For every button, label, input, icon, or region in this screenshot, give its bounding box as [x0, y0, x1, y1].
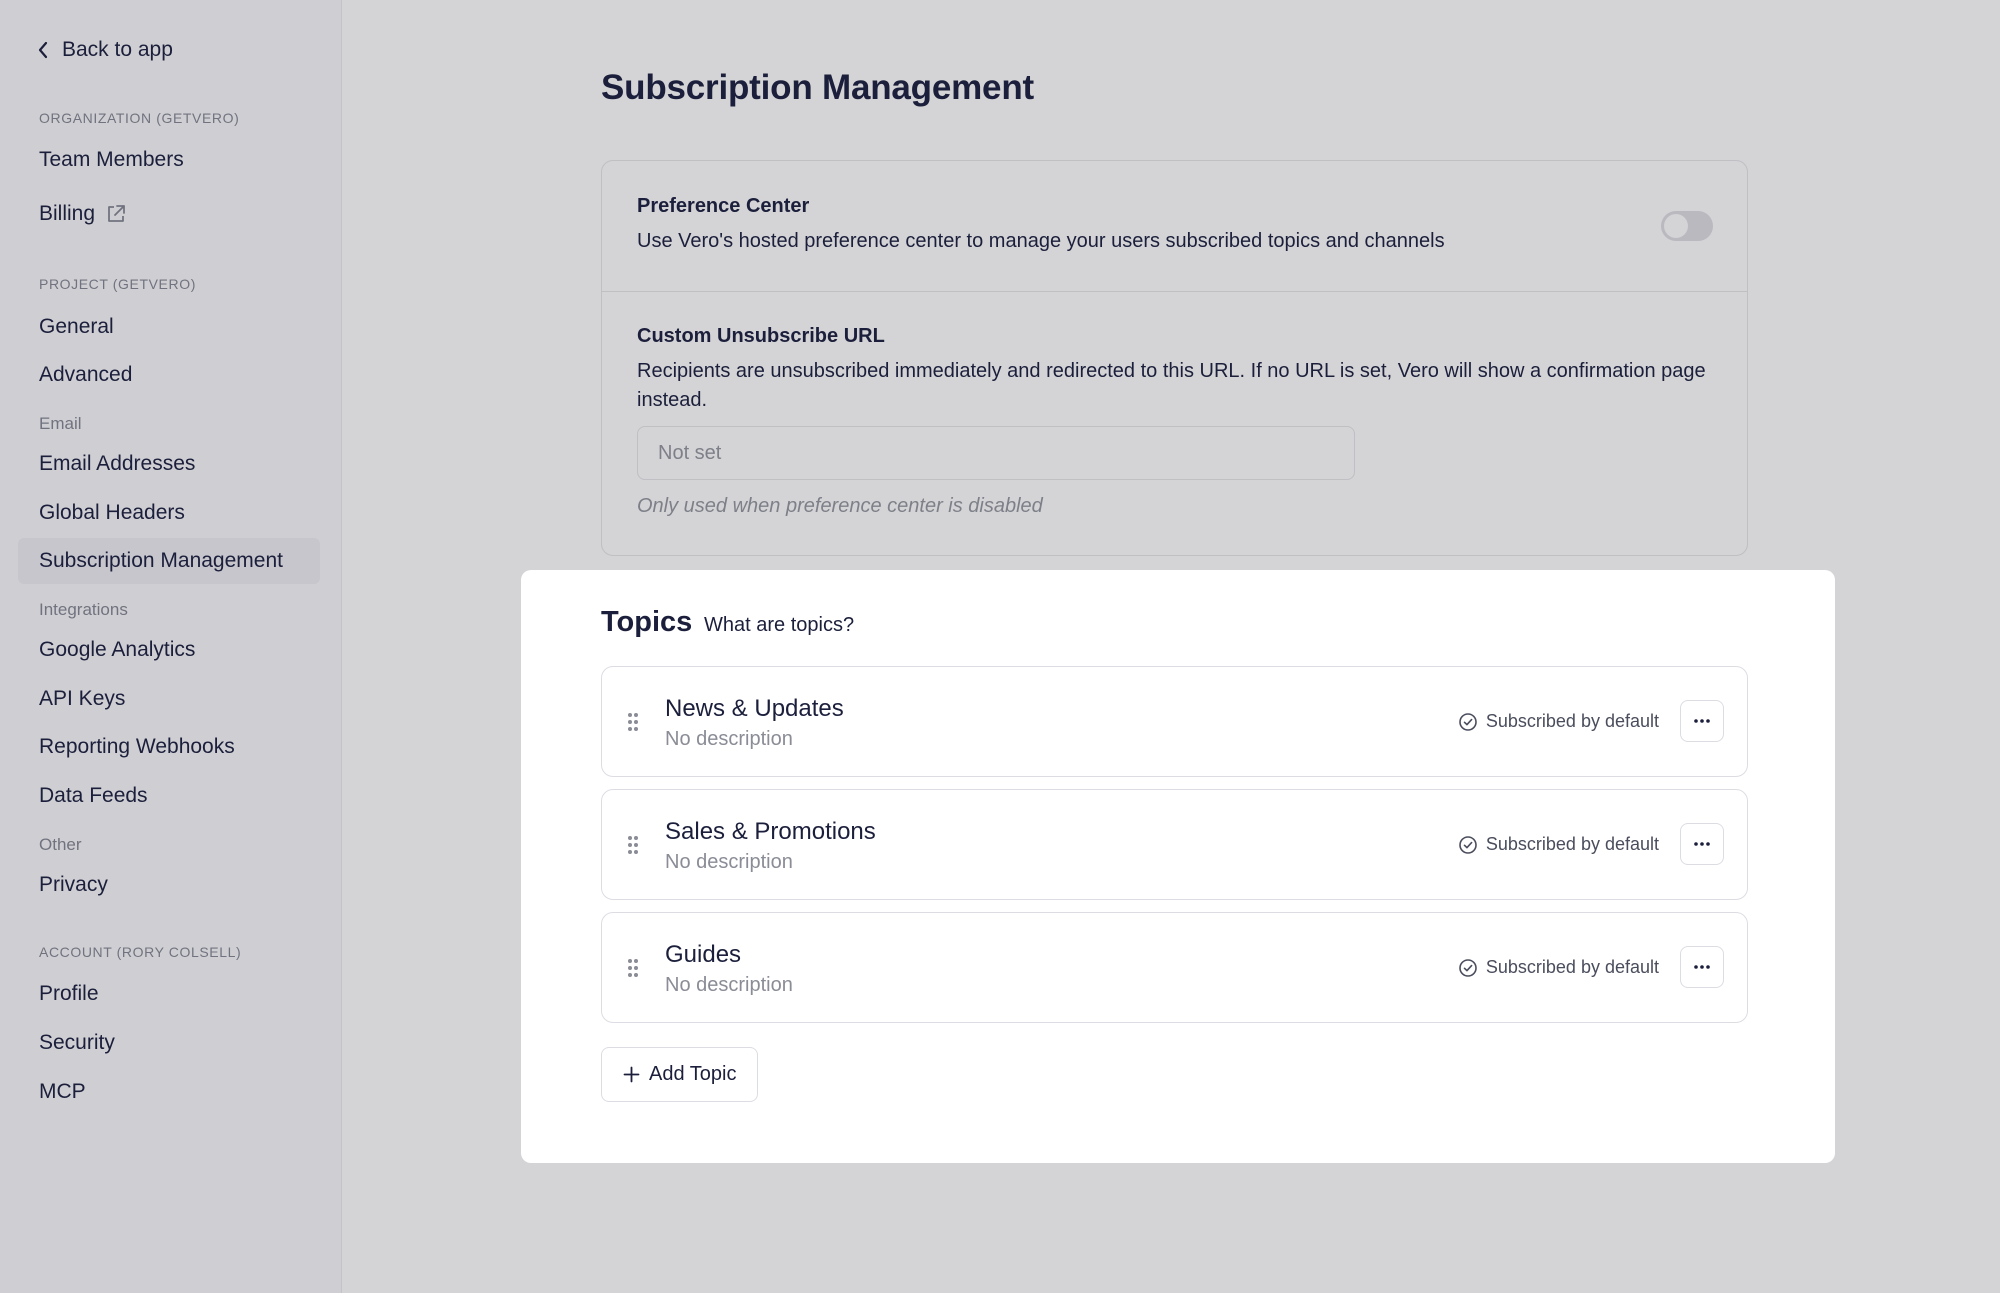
section-account: ACCOUNT (RORY COLSELL) — [39, 944, 242, 960]
custom-unsubscribe-description: Recipients are unsubscribed immediately … — [637, 360, 1706, 411]
topic-name: Guides — [665, 941, 742, 968]
sidebar-item-email-addresses[interactable]: Email Addresses — [18, 441, 320, 487]
sidebar-item-billing[interactable]: Billing — [18, 191, 320, 237]
sidebar-item-label: Google Analytics — [39, 638, 196, 661]
subscribed-by-default-badge: Subscribed by default — [1458, 834, 1659, 855]
preference-center-section: Preference Center Use Vero's hosted pref… — [602, 161, 1747, 292]
sidebar-item-label: Security — [39, 1031, 115, 1054]
preference-center-toggle[interactable] — [1661, 211, 1713, 241]
subscribed-by-default-label: Subscribed by default — [1485, 834, 1659, 854]
sidebar-item-google-analytics[interactable]: Google Analytics — [18, 627, 320, 673]
unsubscribe-url-hint: Only used when preference center is disa… — [637, 495, 1043, 517]
sidebar-item-team-members[interactable]: Team Members — [18, 137, 320, 183]
sidebar-item-label: Profile — [39, 982, 99, 1005]
sidebar-item-label: General — [39, 315, 114, 338]
topic-name: News & Updates — [665, 695, 844, 722]
topic-description: No description — [665, 728, 793, 750]
sidebar-item-mcp[interactable]: MCP — [18, 1069, 320, 1115]
unsubscribe-url-input[interactable] — [637, 426, 1355, 480]
sidebar-item-api-keys[interactable]: API Keys — [18, 676, 320, 722]
sidebar-item-global-headers[interactable]: Global Headers — [18, 490, 320, 536]
plus-icon — [623, 1066, 640, 1083]
preference-center-description: Use Vero's hosted preference center to m… — [637, 230, 1445, 252]
subscribed-by-default-label: Subscribed by default — [1485, 957, 1659, 977]
topic-description: No description — [665, 974, 793, 996]
topics-title: Topics — [601, 606, 693, 638]
topic-row: Guides No description Subscribed by defa… — [601, 912, 1748, 1023]
sidebar-item-label: Billing — [39, 202, 96, 225]
sidebar-item-label: Privacy — [39, 873, 108, 896]
sidebar-item-label: MCP — [39, 1080, 86, 1103]
subscription-settings-card: Preference Center Use Vero's hosted pref… — [601, 160, 1748, 556]
check-circle-icon — [1459, 958, 1477, 977]
sidebar-item-profile[interactable]: Profile — [18, 971, 320, 1017]
topics-card: Topics What are topics? News & Updates N… — [521, 570, 1835, 1163]
topic-more-button[interactable] — [1680, 823, 1724, 865]
check-circle-icon — [1459, 835, 1477, 854]
subscribed-by-default-badge: Subscribed by default — [1458, 957, 1659, 978]
sidebar-item-subscription-management[interactable]: Subscription Management — [18, 538, 320, 584]
subscribed-by-default-label: Subscribed by default — [1485, 711, 1659, 731]
drag-handle-icon[interactable] — [626, 957, 640, 979]
group-email: Email — [39, 414, 82, 433]
sidebar-item-advanced[interactable]: Advanced — [18, 352, 320, 398]
ellipsis-icon — [1694, 842, 1710, 846]
group-other: Other — [39, 835, 82, 854]
back-to-app-label: Back to app — [62, 38, 173, 61]
topic-row: News & Updates No description Subscribed… — [601, 666, 1748, 777]
add-topic-button[interactable]: Add Topic — [601, 1047, 759, 1102]
page-title: Subscription Management — [601, 68, 1034, 107]
group-integrations: Integrations — [39, 600, 128, 619]
chevron-left-icon — [38, 41, 48, 59]
section-project: PROJECT (GETVERO) — [39, 276, 196, 292]
sidebar-item-data-feeds[interactable]: Data Feeds — [18, 773, 320, 819]
sidebar-item-reporting-webhooks[interactable]: Reporting Webhooks — [18, 724, 320, 770]
sidebar-item-security[interactable]: Security — [18, 1020, 320, 1066]
check-circle-icon — [1459, 712, 1477, 731]
topic-description: No description — [665, 851, 793, 873]
topic-name: Sales & Promotions — [665, 818, 876, 845]
ellipsis-icon — [1694, 719, 1710, 723]
sidebar-item-general[interactable]: General — [18, 304, 320, 350]
external-link-icon — [108, 205, 125, 222]
sidebar-item-label: Team Members — [39, 148, 184, 171]
topic-more-button[interactable] — [1680, 946, 1724, 988]
settings-sidebar: Back to app ORGANIZATION (GETVERO) Team … — [0, 0, 342, 1293]
add-topic-label: Add Topic — [649, 1063, 737, 1085]
sidebar-item-label: Advanced — [39, 363, 133, 386]
preference-center-title: Preference Center — [637, 195, 810, 217]
topic-more-button[interactable] — [1680, 700, 1724, 742]
back-to-app-link[interactable]: Back to app — [36, 38, 173, 62]
section-organization: ORGANIZATION (GETVERO) — [39, 110, 240, 126]
drag-handle-icon[interactable] — [626, 711, 640, 733]
sidebar-item-label: Subscription Management — [39, 549, 283, 572]
sidebar-item-label: Reporting Webhooks — [39, 735, 235, 758]
sidebar-item-privacy[interactable]: Privacy — [18, 862, 320, 908]
subscribed-by-default-badge: Subscribed by default — [1458, 711, 1659, 732]
sidebar-item-label: Global Headers — [39, 501, 185, 524]
custom-unsubscribe-title: Custom Unsubscribe URL — [637, 325, 885, 347]
ellipsis-icon — [1694, 965, 1710, 969]
sidebar-item-label: Email Addresses — [39, 452, 196, 475]
what-are-topics-link[interactable]: What are topics? — [704, 614, 854, 637]
toggle-knob — [1664, 214, 1688, 238]
topic-row: Sales & Promotions No description Subscr… — [601, 789, 1748, 900]
sidebar-item-label: API Keys — [39, 687, 126, 710]
sidebar-item-label: Data Feeds — [39, 784, 148, 807]
drag-handle-icon[interactable] — [626, 834, 640, 856]
